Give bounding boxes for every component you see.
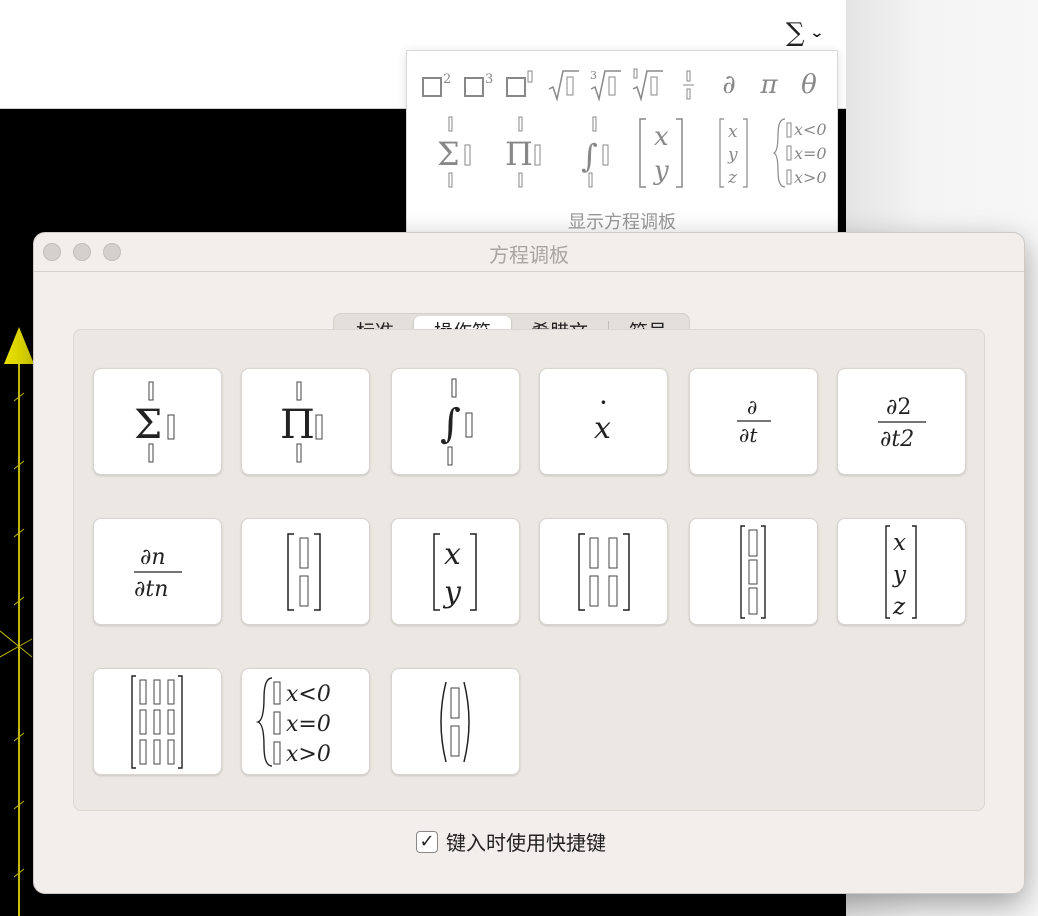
tile-matrix-3x3[interactable] [93,668,222,775]
popup-item-partial[interactable]: ∂ [713,65,745,105]
product-symbol: Π [280,402,315,448]
popup-item-piecewise[interactable]: x<0 x=0 x>0 [771,113,841,193]
svg-text:∫: ∫ [581,137,598,175]
shortcut-checkbox[interactable]: ✓ [416,830,438,853]
svg-text:x: x [893,530,906,556]
popup-item-integral[interactable]: ∫ [561,113,631,193]
svg-text:∂: ∂ [747,395,757,419]
popup-item-vector-xyz[interactable]: xyz [701,113,771,193]
svg-text:3: 3 [485,72,493,87]
shortcut-checkbox-label: 键入时使用快捷键 [446,831,606,855]
svg-text:x=0: x=0 [286,712,331,737]
popup-item-vector-xy[interactable]: xy [631,113,701,193]
show-palette-link[interactable]: 显示方程调板 [407,208,837,234]
svg-text:y: y [727,145,738,165]
dot-x-symbol: x [594,411,611,446]
svg-text:Π: Π [505,135,533,173]
svg-text:x<0: x<0 [794,120,827,139]
popup-item-theta[interactable]: θ [793,65,825,105]
svg-text:z: z [727,168,738,188]
popup-item-power[interactable] [505,65,539,105]
integral-symbol: ∫ [440,401,461,447]
popup-row-operators: Σ Π ∫ xy xyz x<0 x=0 x>0 [421,113,841,193]
sigma-icon: ∑ [786,18,805,48]
tile-matrix-2x2[interactable] [539,518,668,625]
window-title: 方程调板 [489,243,569,267]
equation-menu-button[interactable]: ∑ ⌄ [786,18,838,48]
svg-text:∂tn: ∂tn [134,577,168,602]
popup-item-cbrt[interactable]: 3 [589,65,623,105]
popup-item-product[interactable]: Π [491,113,561,193]
svg-text:2: 2 [443,72,451,87]
svg-text:∂t2: ∂t2 [880,427,914,452]
svg-text:x: x [444,537,461,572]
svg-text:y: y [653,156,669,186]
tile-partial-derivative[interactable]: ∂ ∂t [689,368,818,475]
popup-item-sum[interactable]: Σ [421,113,491,193]
svg-text:x<0: x<0 [286,682,331,707]
svg-text:z: z [892,594,906,620]
svg-text:x>0: x>0 [286,742,331,767]
sum-symbol: Σ [134,402,162,448]
svg-text:3: 3 [590,69,597,82]
window-titlebar: 方程调板 [34,233,1024,272]
popup-item-fraction[interactable] [673,65,705,105]
tile-column-vector-3[interactable] [689,518,818,625]
popup-item-pi[interactable]: π [753,65,785,105]
equation-palette-window: 方程调板 标准 操作符 希腊文 符号 Σ Π ∫ ·x ∂∂t ∂2∂t2 ∂n… [33,232,1025,894]
equation-dropdown-popup: 2 3 3 ∂ π θ Σ Π ∫ x y x y z x<0 x=0 x>0 … [406,50,838,237]
svg-text:∂n: ∂n [140,545,166,570]
svg-text:x: x [728,122,738,142]
tile-summation[interactable]: Σ [93,368,222,475]
arrow-head-icon [4,327,34,364]
popup-item-square[interactable]: 2 [421,65,455,105]
svg-text:x=0: x=0 [794,144,827,163]
tile-vector-xyz[interactable]: xyz [837,518,966,625]
operators-panel: Σ Π ∫ · x ∂ ∂t ∂2 ∂t2 ∂n ∂tn xy x y z x<… [73,329,985,811]
tile-parenthesized-vector[interactable] [391,668,520,775]
chevron-down-icon: ⌄ [808,25,825,41]
svg-text:x: x [654,122,669,152]
popup-row-basic: 2 3 3 ∂ π θ [421,65,825,105]
tile-product[interactable]: Π [241,368,370,475]
popup-item-sqrt[interactable] [547,65,581,105]
shortcut-checkbox-row[interactable]: ✓ 键入时使用快捷键 [416,827,606,856]
svg-text:Σ: Σ [437,135,460,173]
checkmark-icon: ✓ [419,830,435,852]
popup-item-nthroot[interactable] [631,65,665,105]
tile-piecewise[interactable]: x<0 x=0 x>0 [241,668,370,775]
svg-text:∂2: ∂2 [886,395,911,420]
popup-item-cube[interactable]: 3 [463,65,497,105]
tile-vector-xy[interactable]: xy [391,518,520,625]
svg-text:y: y [892,562,907,588]
tile-column-vector-2[interactable] [241,518,370,625]
tile-second-partial-derivative[interactable]: ∂2 ∂t2 [837,368,966,475]
svg-text:y: y [442,575,462,610]
tile-integral[interactable]: ∫ [391,368,520,475]
tile-nth-partial-derivative[interactable]: ∂n ∂tn [93,518,222,625]
svg-text:x>0: x>0 [794,168,827,187]
svg-text:∂t: ∂t [739,423,758,447]
tile-dot-derivative[interactable]: · x [539,368,668,475]
